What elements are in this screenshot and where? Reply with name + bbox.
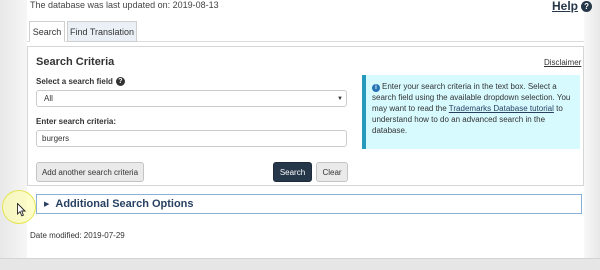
tab-search[interactable]: Search xyxy=(29,21,65,42)
panel-title: Search Criteria xyxy=(36,56,115,68)
additional-search-options[interactable]: ▶ Additional Search Options xyxy=(36,194,582,214)
bottom-bar xyxy=(0,258,600,270)
search-field-value: All xyxy=(44,94,53,103)
triangle-right-icon: ▶ xyxy=(44,201,50,208)
search-button[interactable]: Search xyxy=(273,162,312,182)
info-circle-icon: i xyxy=(372,84,380,92)
additional-options-label: Additional Search Options xyxy=(55,198,194,210)
question-circle-icon: ? xyxy=(581,0,593,12)
right-page-margin xyxy=(584,0,600,270)
date-modified: Date modified: 2019-07-29 xyxy=(30,231,125,240)
help-label: Help xyxy=(552,0,579,13)
disclaimer-link[interactable]: Disclaimer xyxy=(544,58,581,67)
search-field-select[interactable]: All ▼ xyxy=(36,90,347,107)
mouse-cursor-icon xyxy=(17,203,26,217)
search-criteria-value: burgers xyxy=(42,134,70,143)
tab-find-translation[interactable]: Find Translation xyxy=(67,21,137,42)
info-box: i Enter your search criteria in the text … xyxy=(362,75,580,149)
add-criteria-button[interactable]: Add another search criteria xyxy=(36,162,144,182)
help-link[interactable]: Help ? xyxy=(552,0,593,13)
question-circle-icon[interactable]: ? xyxy=(115,77,125,86)
last-updated-text: The database was last updated on: 2019-0… xyxy=(30,0,219,10)
chevron-down-icon: ▼ xyxy=(337,96,343,102)
criteria-label: Enter search criteria: xyxy=(36,117,117,126)
left-page-margin xyxy=(0,0,27,270)
search-criteria-input[interactable]: burgers xyxy=(36,130,347,147)
clear-button[interactable]: Clear xyxy=(316,162,348,182)
search-field-label: Select a search field ? xyxy=(36,77,125,86)
trademarks-tutorial-link[interactable]: Trademarks Database tutorial xyxy=(449,104,554,113)
search-field-label-text: Select a search field xyxy=(36,77,113,86)
